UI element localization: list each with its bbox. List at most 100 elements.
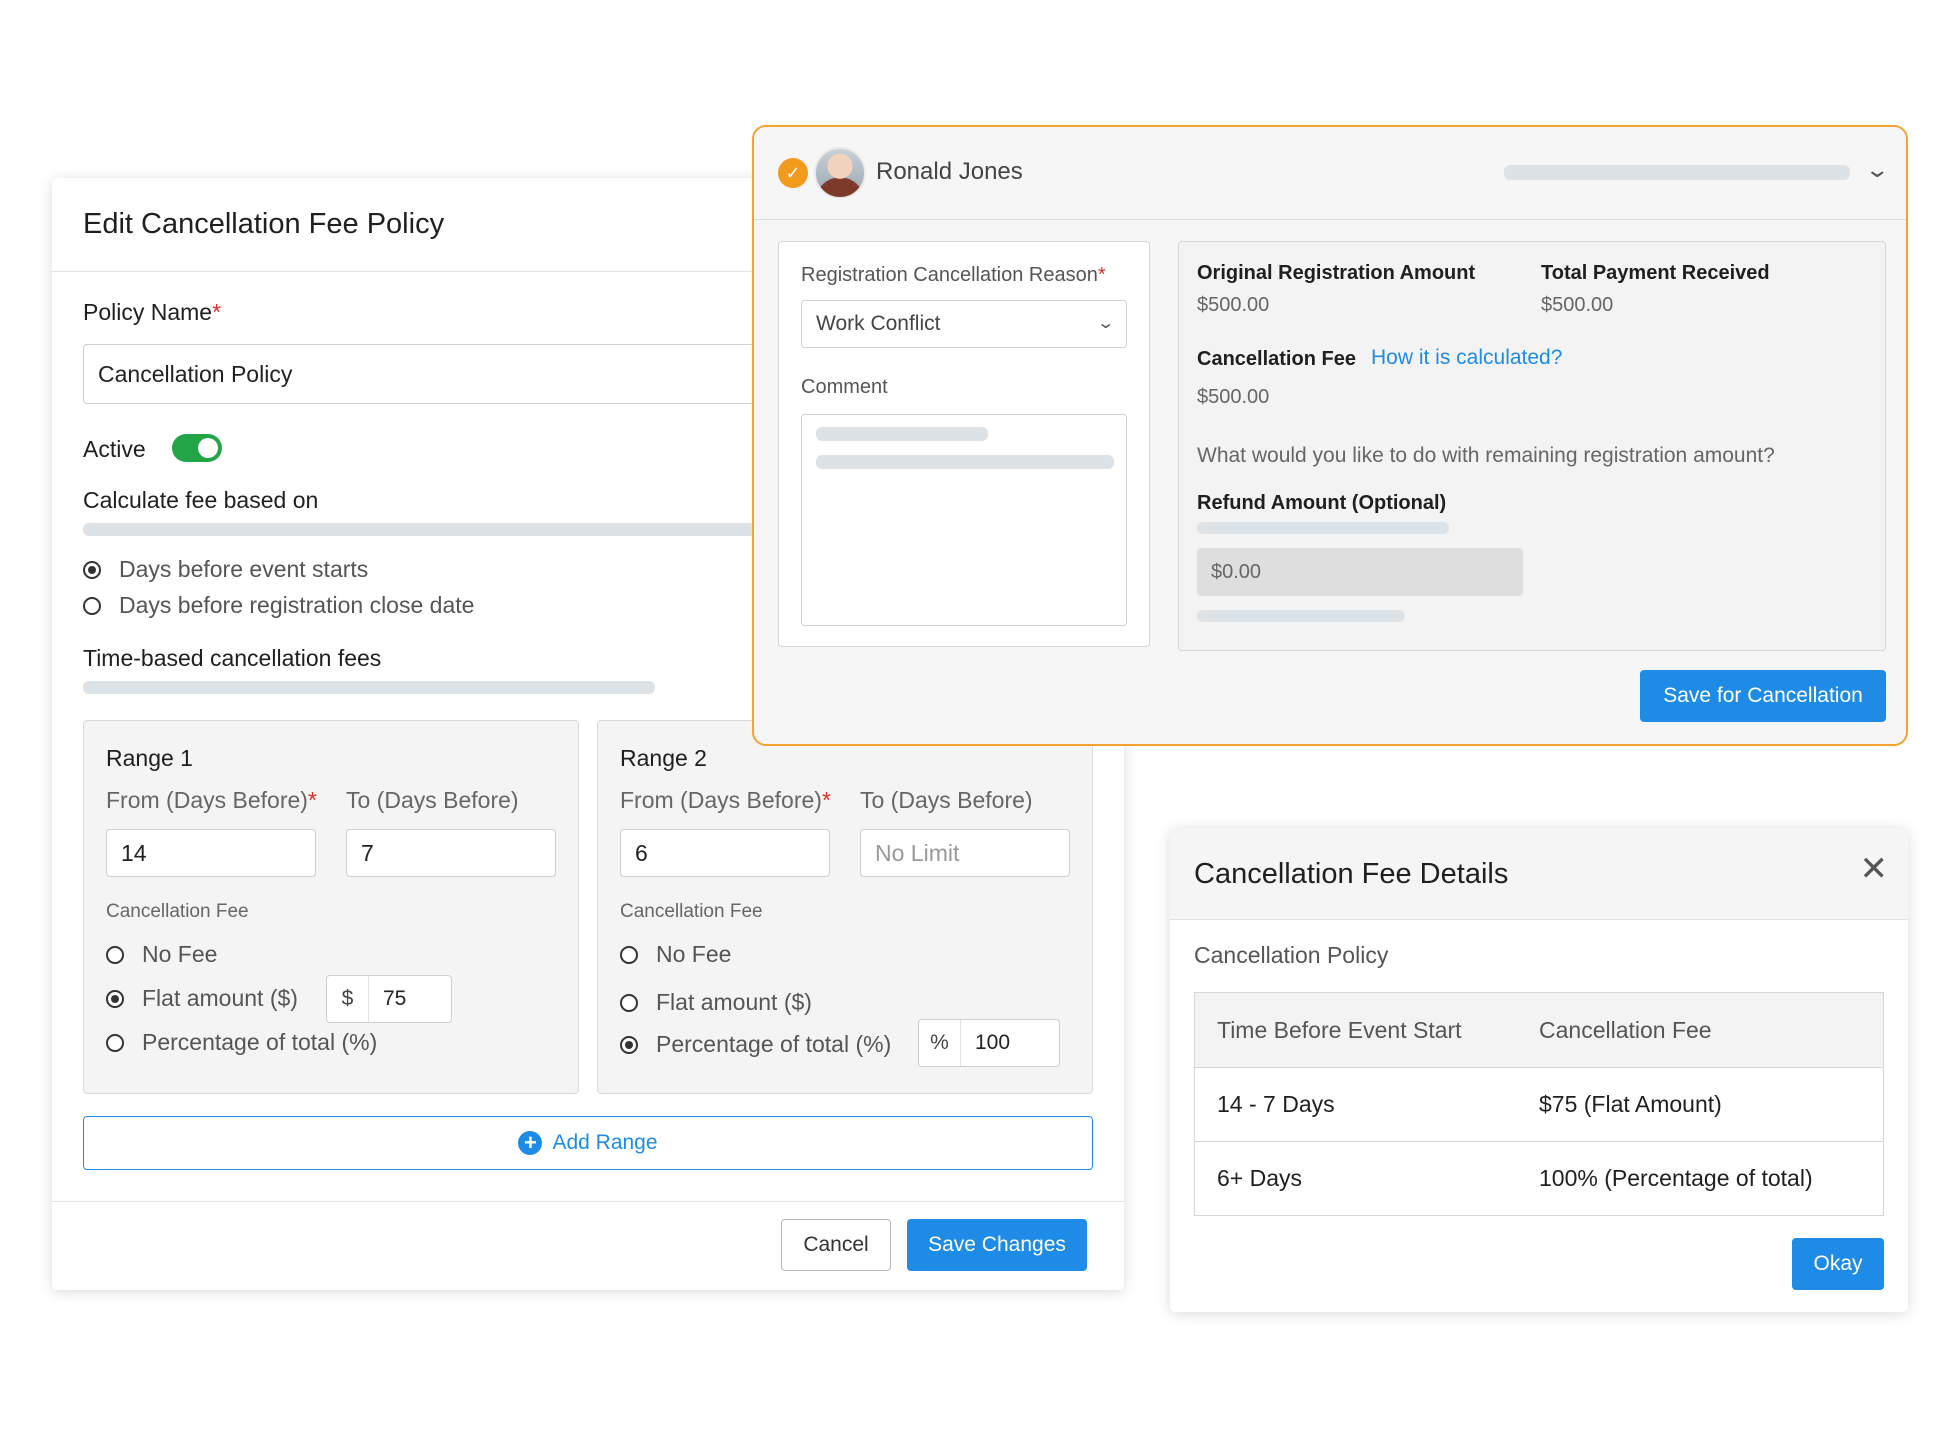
amount-value: 75	[383, 987, 407, 1010]
table-cell: 100% (Percentage of total)	[1539, 1165, 1813, 1191]
avatar	[814, 147, 866, 199]
okay-button[interactable]: Okay	[1792, 1238, 1884, 1290]
save-changes-button[interactable]: Save Changes	[907, 1219, 1087, 1271]
original-amount-value: $500.00	[1197, 294, 1270, 316]
skeleton-bar	[1197, 522, 1449, 534]
policy-name-label-text: Policy Name	[83, 299, 213, 325]
policy-name-label: Policy Name*	[83, 299, 221, 326]
range-card-1: Range 1 From (Days Before)* To (Days Bef…	[83, 720, 579, 1094]
table-row: 6+ Days 100% (Percentage of total)	[1195, 1141, 1883, 1215]
cancellation-fee-label: Cancellation Fee	[620, 901, 763, 922]
radio-unselected	[83, 596, 101, 615]
from-days-input[interactable]: 14	[106, 829, 316, 877]
amount-summary-card: Original Registration Amount $500.00 Tot…	[1178, 241, 1886, 651]
required-mark: *	[212, 299, 222, 325]
fee-option-label: Flat amount ($)	[142, 985, 298, 1011]
table-cell: $75 (Flat Amount)	[1539, 1091, 1722, 1117]
calc-fee-label: Calculate fee based on	[83, 487, 319, 513]
total-payment-value: $500.00	[1541, 294, 1614, 316]
required-mark: *	[821, 787, 831, 813]
fee-option-percentage[interactable]: Percentage of total (%)	[106, 1029, 377, 1056]
column-header: Time Before Event Start	[1217, 1016, 1462, 1043]
add-range-label: Add Range	[552, 1131, 658, 1154]
table-row: 14 - 7 Days $75 (Flat Amount)	[1195, 1067, 1883, 1141]
cancel-button[interactable]: Cancel	[781, 1219, 891, 1271]
from-days-label: From (Days Before)*	[620, 787, 831, 814]
radio-selected	[620, 1035, 638, 1054]
cancellation-fee-label: Cancellation Fee	[106, 901, 249, 922]
to-days-input[interactable]: 7	[346, 829, 556, 877]
radio-selected	[106, 989, 124, 1008]
fee-option-label: Percentage of total (%)	[142, 1029, 378, 1055]
toggle-knob	[198, 438, 218, 458]
original-amount-label: Original Registration Amount	[1197, 262, 1476, 284]
fee-option-label: No Fee	[142, 941, 218, 967]
registrant-name: Ronald Jones	[876, 158, 1023, 185]
radio-selected	[83, 560, 101, 579]
radio-unselected	[106, 945, 124, 964]
amount-value: 100	[975, 1031, 1011, 1054]
radio-unselected	[106, 1033, 124, 1052]
fee-option-label: Flat amount ($)	[656, 989, 812, 1015]
cancellation-reason-card: Registration Cancellation Reason* Work C…	[778, 241, 1150, 647]
cancellation-fee-value: $500.00	[1197, 386, 1270, 408]
skeleton-bar	[1504, 165, 1850, 180]
fee-option-flat-amount[interactable]: Flat amount ($)	[106, 985, 298, 1012]
range-title: Range 1	[106, 745, 193, 771]
fee-table: Time Before Event Start Cancellation Fee…	[1194, 992, 1884, 1216]
save-for-cancellation-button[interactable]: Save for Cancellation	[1640, 670, 1886, 722]
from-days-label-text: From (Days Before)	[620, 787, 822, 813]
skeleton-bar	[816, 427, 988, 441]
comment-textarea[interactable]	[801, 414, 1127, 626]
registrant-header[interactable]: ✓ Ronald Jones ⌄	[754, 127, 1906, 220]
how-calculated-link[interactable]: How it is calculated?	[1371, 346, 1562, 370]
fee-details-dialog: Cancellation Fee Details ✕ Cancellation …	[1170, 828, 1908, 1312]
refund-amount-input[interactable]: $0.00	[1197, 548, 1523, 596]
total-payment-label: Total Payment Received	[1541, 262, 1770, 284]
policy-subtitle: Cancellation Policy	[1194, 942, 1389, 968]
add-range-button[interactable]: + Add Range	[83, 1116, 1093, 1170]
active-toggle[interactable]	[172, 434, 222, 462]
registration-cancel-panel: ✓ Ronald Jones ⌄ Registration Cancellati…	[752, 125, 1908, 746]
fee-option-no-fee[interactable]: No Fee	[106, 941, 217, 968]
close-icon[interactable]: ✕	[1860, 852, 1889, 886]
fee-option-no-fee[interactable]: No Fee	[620, 941, 731, 968]
active-label: Active	[83, 436, 146, 462]
refund-amount-label: Refund Amount (Optional)	[1197, 492, 1447, 514]
radio-unselected	[620, 945, 638, 964]
table-cell: 14 - 7 Days	[1217, 1091, 1335, 1117]
reason-selected-value: Work Conflict	[816, 312, 941, 335]
to-days-label: To (Days Before)	[346, 787, 519, 813]
required-mark: *	[1097, 264, 1106, 286]
calc-option-registration-close[interactable]: Days before registration close date	[83, 592, 474, 619]
fee-option-label: No Fee	[656, 941, 732, 967]
chevron-down-icon[interactable]: ⌄	[1864, 157, 1890, 183]
flat-amount-input[interactable]: $ 75	[326, 975, 452, 1023]
reason-label-text: Registration Cancellation Reason	[801, 264, 1098, 286]
time-based-label: Time-based cancellation fees	[83, 645, 382, 671]
from-days-label: From (Days Before)*	[106, 787, 317, 814]
table-cell: 6+ Days	[1217, 1165, 1303, 1191]
percent-unit: %	[919, 1020, 961, 1066]
comment-label: Comment	[801, 376, 888, 398]
range-title: Range 2	[620, 745, 707, 771]
calc-option-event-start[interactable]: Days before event starts	[83, 556, 368, 583]
calc-option-label: Days before event starts	[119, 556, 369, 582]
fee-option-flat-amount[interactable]: Flat amount ($)	[620, 989, 812, 1016]
fee-details-header: Cancellation Fee Details ✕	[1170, 828, 1908, 920]
column-header: Cancellation Fee	[1539, 1016, 1712, 1043]
to-days-label: To (Days Before)	[860, 787, 1033, 813]
fee-option-label: Percentage of total (%)	[656, 1031, 892, 1057]
radio-unselected	[620, 993, 638, 1012]
reason-label: Registration Cancellation Reason*	[801, 264, 1106, 287]
to-days-input[interactable]: No Limit	[860, 829, 1070, 877]
calc-option-label: Days before registration close date	[119, 592, 475, 618]
fee-details-title: Cancellation Fee Details	[1194, 858, 1509, 890]
reason-select[interactable]: Work Conflict ⌄	[801, 300, 1127, 348]
table-header-row: Time Before Event Start Cancellation Fee	[1195, 993, 1883, 1067]
from-days-input[interactable]: 6	[620, 829, 830, 877]
percentage-input[interactable]: % 100	[918, 1019, 1060, 1067]
edit-policy-title: Edit Cancellation Fee Policy	[83, 208, 445, 240]
fee-option-percentage[interactable]: Percentage of total (%)	[620, 1031, 891, 1058]
range-card-2: Range 2 From (Days Before)* To (Days Bef…	[597, 720, 1093, 1094]
